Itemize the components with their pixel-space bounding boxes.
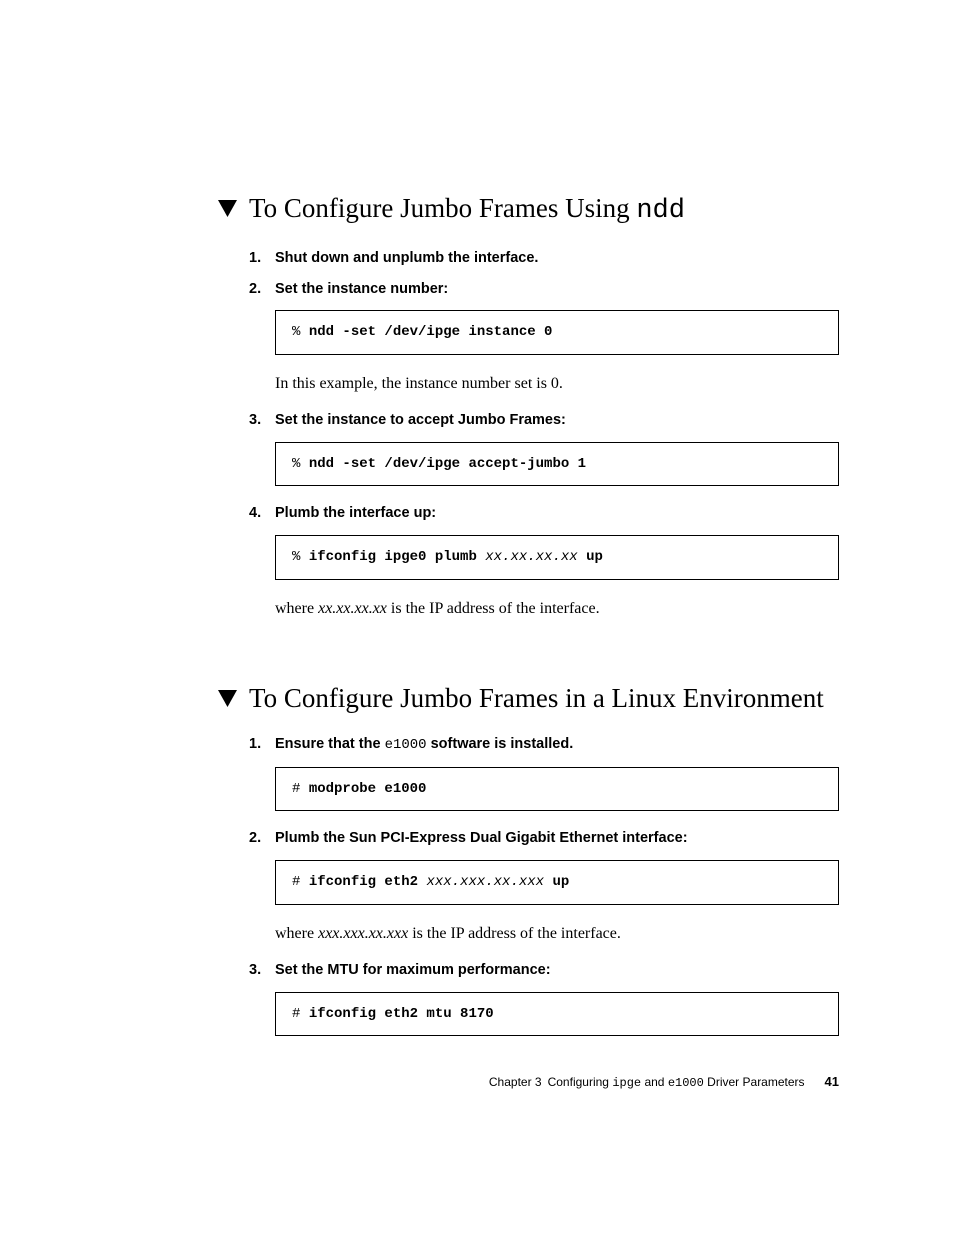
code-block-6: # ifconfig eth2 mtu 8170 xyxy=(275,992,839,1037)
step-number: 1. xyxy=(249,735,267,754)
step-text: Ensure that the e1000 software is instal… xyxy=(275,735,839,754)
code-command: ndd -set /dev/ipge instance 0 xyxy=(309,324,553,340)
page-number: 41 xyxy=(825,1074,839,1089)
code-prompt: # xyxy=(292,781,309,797)
step-number: 2. xyxy=(249,829,267,848)
code-block-3: % ifconfig ipge0 plumb xx.xx.xx.xx up xyxy=(275,535,839,580)
para-text: where xyxy=(275,600,318,617)
section1-title-text: To Configure Jumbo Frames Using xyxy=(249,193,636,223)
para-text: is the IP address of the interface. xyxy=(387,600,600,617)
footer-mono: ipge xyxy=(612,1076,641,1090)
code-block-5: # ifconfig eth2 xxx.xxx.xx.xxx up xyxy=(275,860,839,905)
step-text: Plumb the Sun PCI-Express Dual Gigabit E… xyxy=(275,829,839,848)
step-number: 3. xyxy=(249,961,267,980)
code-prompt: % xyxy=(292,456,309,472)
section2-step3: 3. Set the MTU for maximum performance: xyxy=(249,961,839,980)
section2-heading: To Configure Jumbo Frames in a Linux Env… xyxy=(249,682,839,716)
step-number: 1. xyxy=(249,249,267,268)
code-command: ndd -set /dev/ipge accept-jumbo 1 xyxy=(309,456,586,472)
step-text-post: software is installed. xyxy=(427,736,574,752)
step-text: Set the instance number: xyxy=(275,280,839,299)
section1-title-mono: ndd xyxy=(636,196,685,226)
code-command: up xyxy=(544,874,569,890)
step-text: Shut down and unplumb the interface. xyxy=(275,249,839,268)
code-command: ifconfig eth2 xyxy=(309,874,427,890)
footer-chapter: Chapter 3 xyxy=(489,1075,542,1089)
para-italic: xxx.xxx.xx.xxx xyxy=(318,925,408,942)
code-block-4: # modprobe e1000 xyxy=(275,767,839,812)
page-footer: Chapter 3 Configuring ipge and e1000 Dri… xyxy=(489,1074,839,1090)
code-prompt: # xyxy=(292,1006,309,1022)
step-number: 4. xyxy=(249,504,267,523)
triangle-down-icon xyxy=(218,200,237,217)
footer-mid: and xyxy=(641,1075,668,1089)
section1-step3: 3. Set the instance to accept Jumbo Fram… xyxy=(249,411,839,430)
code-command: modprobe e1000 xyxy=(309,781,427,797)
section1-para1: In this example, the instance number set… xyxy=(275,373,839,395)
step-number: 3. xyxy=(249,411,267,430)
section1-title: To Configure Jumbo Frames Using ndd xyxy=(249,192,685,229)
code-arg: xx.xx.xx.xx xyxy=(485,549,577,565)
section1-para2: where xx.xx.xx.xx is the IP address of t… xyxy=(275,598,839,620)
code-command: ifconfig ipge0 plumb xyxy=(309,549,485,565)
step-text-mono: e1000 xyxy=(385,737,427,753)
code-arg: xxx.xxx.xx.xxx xyxy=(426,874,544,890)
code-prompt: # xyxy=(292,874,309,890)
code-block-2: % ndd -set /dev/ipge accept-jumbo 1 xyxy=(275,442,839,487)
step-text: Set the MTU for maximum performance: xyxy=(275,961,839,980)
step-text-pre: Ensure that the xyxy=(275,736,385,752)
step-text: Plumb the interface up: xyxy=(275,504,839,523)
section1-step1: 1. Shut down and unplumb the interface. xyxy=(249,249,839,268)
section-gap xyxy=(0,636,839,682)
section2-title: To Configure Jumbo Frames in a Linux Env… xyxy=(249,682,824,716)
para-italic: xx.xx.xx.xx xyxy=(318,600,387,617)
section1-step4: 4. Plumb the interface up: xyxy=(249,504,839,523)
section1-heading: To Configure Jumbo Frames Using ndd xyxy=(249,192,839,229)
step-number: 2. xyxy=(249,280,267,299)
footer-mono: e1000 xyxy=(668,1076,704,1090)
document-page: To Configure Jumbo Frames Using ndd 1. S… xyxy=(0,0,954,1036)
code-prompt: % xyxy=(292,549,309,565)
section2-step1: 1. Ensure that the e1000 software is ins… xyxy=(249,735,839,754)
footer-title-post: Driver Parameters xyxy=(704,1075,805,1089)
code-block-1: % ndd -set /dev/ipge instance 0 xyxy=(275,310,839,355)
triangle-down-icon xyxy=(218,690,237,707)
section2-para1: where xxx.xxx.xx.xxx is the IP address o… xyxy=(275,923,839,945)
para-text: where xyxy=(275,925,318,942)
section2-step2: 2. Plumb the Sun PCI-Express Dual Gigabi… xyxy=(249,829,839,848)
code-prompt: % xyxy=(292,324,309,340)
section1-step2: 2. Set the instance number: xyxy=(249,280,839,299)
footer-title-pre: Configuring xyxy=(548,1075,613,1089)
step-text: Set the instance to accept Jumbo Frames: xyxy=(275,411,839,430)
code-command: ifconfig eth2 mtu 8170 xyxy=(309,1006,494,1022)
para-text: is the IP address of the interface. xyxy=(408,925,621,942)
code-command: up xyxy=(578,549,603,565)
footer-title: Configuring ipge and e1000 Driver Parame… xyxy=(548,1075,805,1090)
